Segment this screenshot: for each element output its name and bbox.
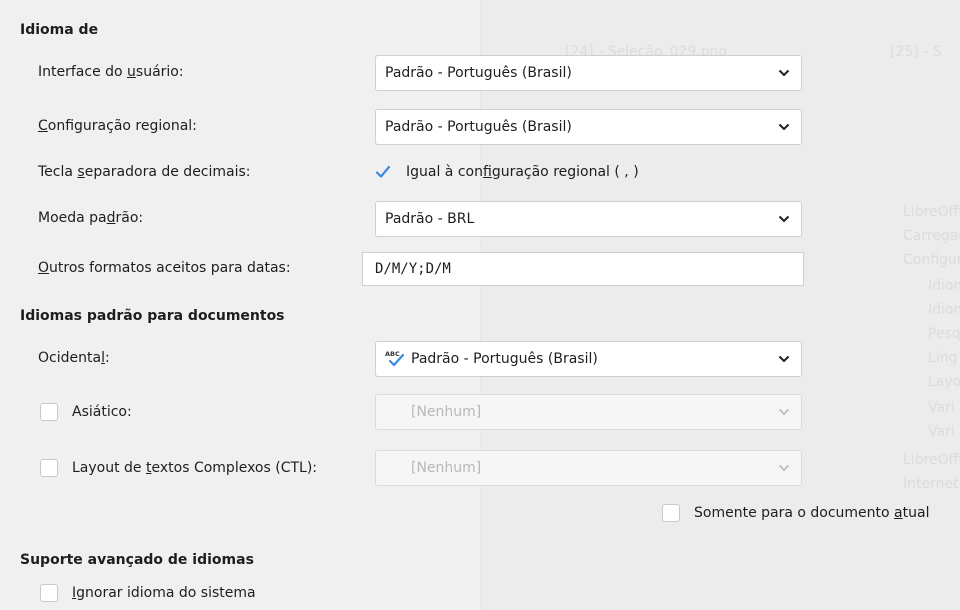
- label-text: :: [104, 350, 110, 366]
- label-text: Somente para o documento: [694, 505, 895, 521]
- ctl-checkbox[interactable]: Layout de textos Complexos (CTL):: [40, 459, 317, 477]
- currency-value: Padrão - BRL: [385, 211, 475, 227]
- label-mnemonic: u: [127, 64, 136, 80]
- western-language-dropdown[interactable]: ABC Padrão - Português (Brasil): [375, 341, 802, 377]
- asian-language-value: [Nenhum]: [411, 404, 482, 420]
- label-text: onfiguração regional:: [47, 118, 197, 134]
- ctl-label: Layout de textos Complexos (CTL):: [72, 460, 317, 476]
- section-title-enhanced-support: Suporte avançado de idiomas: [20, 552, 254, 568]
- background-divider: [480, 0, 481, 610]
- currency-dropdown[interactable]: Padrão - BRL: [375, 201, 802, 237]
- decimal-separator-label: Tecla separadora de decimais:: [38, 164, 251, 180]
- label-mnemonic: C: [38, 118, 48, 134]
- label-mnemonic: d: [106, 210, 116, 226]
- background-tree-item: Pesq: [928, 326, 960, 342]
- background-tree-item: LibreOffi: [903, 452, 960, 468]
- asian-checkbox[interactable]: Asiático:: [40, 403, 132, 421]
- decimal-same-as-locale-checkbox[interactable]: Igual à configuração regional ( , ): [374, 163, 639, 181]
- background-tree-item: Layo: [928, 374, 960, 390]
- label-mnemonic: a: [894, 505, 903, 521]
- ctl-language-value: [Nenhum]: [411, 460, 482, 476]
- ctl-language-dropdown[interactable]: [Nenhum]: [375, 450, 802, 486]
- background-tree-item: Carregar: [903, 228, 960, 244]
- label-mnemonic: f: [482, 164, 492, 180]
- locale-value: Padrão - Português (Brasil): [385, 119, 572, 135]
- label-text: Layout de: [72, 460, 146, 476]
- chevron-down-icon: [772, 207, 796, 231]
- ignore-system-label: Ignorar idioma do sistema: [72, 585, 256, 601]
- background-tree-item: Configura: [903, 252, 960, 268]
- label-mnemonic: s: [77, 164, 85, 180]
- ui-language-label: Interface do usuário:: [38, 64, 184, 80]
- background-tree-item: LibreOffi: [903, 204, 960, 220]
- label-text: Ocidenta: [38, 350, 102, 366]
- ignore-system-language-checkbox[interactable]: Ignorar idioma do sistema: [40, 584, 256, 602]
- date-patterns-input[interactable]: D/M/Y;D/M: [362, 252, 804, 286]
- current-document-only-checkbox[interactable]: Somente para o documento atual: [662, 504, 929, 522]
- checkbox-box: [40, 403, 58, 421]
- checkbox-box: [40, 459, 58, 477]
- chevron-down-icon: [772, 347, 796, 371]
- western-language-value: Padrão - Português (Brasil): [411, 351, 598, 367]
- ui-language-dropdown[interactable]: Padrão - Português (Brasil): [375, 55, 802, 91]
- label-text: suário:: [135, 64, 184, 80]
- locale-label: Configuração regional:: [38, 118, 197, 134]
- spellcheck-icon: ABC: [385, 350, 405, 367]
- section-title-default-languages: Idiomas padrão para documentos: [20, 308, 285, 324]
- label-text: Interface do: [38, 64, 128, 80]
- label-text: utros formatos aceitos para datas:: [49, 260, 291, 276]
- label-mnemonic: O: [38, 260, 50, 276]
- label-text: extos Complexos (CTL):: [151, 460, 318, 476]
- checkbox-box: [40, 584, 58, 602]
- background-tree-item: Vari: [928, 424, 955, 440]
- label-text: Tecla: [38, 164, 78, 180]
- western-label: Ocidental:: [38, 350, 110, 366]
- label-text: Igual à con: [406, 164, 483, 180]
- background-tree-item: Vari: [928, 400, 955, 416]
- background-tree-item: Ling: [928, 350, 958, 366]
- svg-text:ABC: ABC: [385, 350, 400, 358]
- background-tree-item: Idiom: [928, 278, 960, 294]
- label-text: Moeda pa: [38, 210, 107, 226]
- current-document-label: Somente para o documento atual: [694, 505, 929, 521]
- checkmark-icon: [374, 163, 392, 181]
- currency-label: Moeda padrão:: [38, 210, 143, 226]
- chevron-down-icon: [772, 400, 796, 424]
- label-text: iguração regional ( , ): [491, 164, 639, 180]
- chevron-down-icon: [772, 456, 796, 480]
- label-text: gnorar idioma do sistema: [76, 585, 256, 601]
- chevron-down-icon: [772, 115, 796, 139]
- label-text: eparadora de decimais:: [84, 164, 251, 180]
- ui-language-value: Padrão - Português (Brasil): [385, 65, 572, 81]
- chevron-down-icon: [772, 61, 796, 85]
- label-text: tual: [902, 505, 930, 521]
- section-title-language-of: Idioma de: [20, 22, 99, 38]
- date-patterns-label: Outros formatos aceitos para datas:: [38, 260, 291, 276]
- background-title-2: [25] - S: [890, 44, 942, 60]
- locale-dropdown[interactable]: Padrão - Português (Brasil): [375, 109, 802, 145]
- asian-label: Asiático:: [72, 404, 132, 420]
- checkbox-box: [662, 504, 680, 522]
- label-text: rão:: [115, 210, 144, 226]
- decimal-check-label: Igual à configuração regional ( , ): [406, 164, 639, 180]
- background-tree-item: Internet: [903, 476, 959, 492]
- background-tree-item: Idiom: [928, 302, 960, 318]
- asian-language-dropdown[interactable]: [Nenhum]: [375, 394, 802, 430]
